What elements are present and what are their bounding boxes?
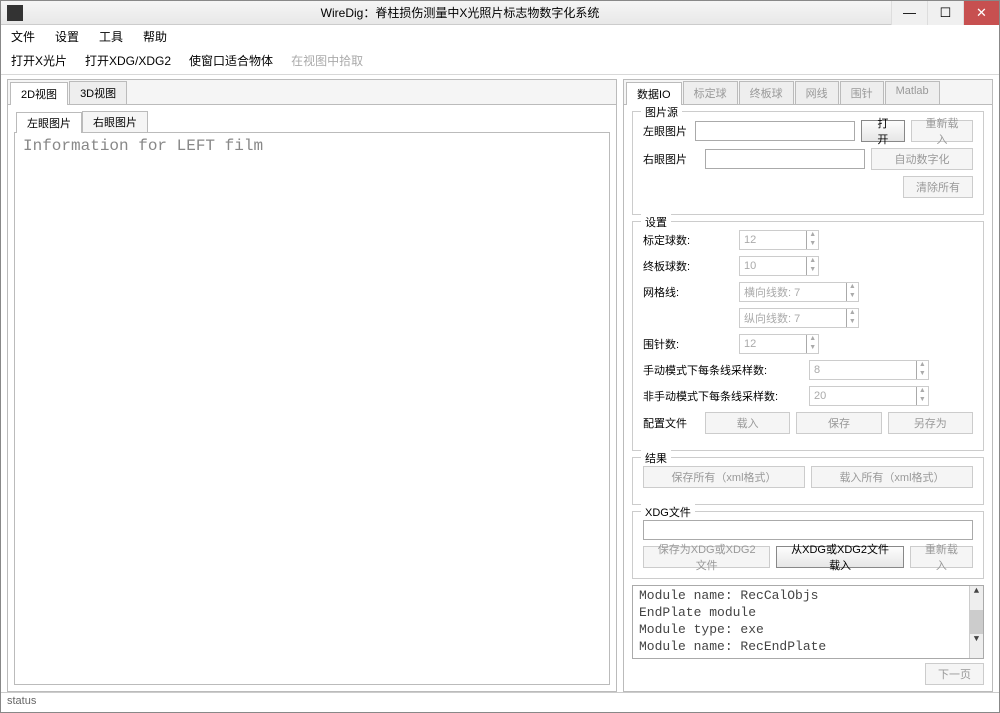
tb-pick-in-view: 在视图中拾取 — [291, 52, 363, 69]
output-line: Module type: exe — [639, 622, 977, 639]
tab-data-io[interactable]: 数据IO — [626, 82, 682, 105]
minimize-button[interactable]: — — [891, 1, 927, 25]
right-image-label: 右眼图片 — [643, 151, 699, 167]
output-line: EndPlate module — [639, 605, 977, 622]
eye-subtabs: 左眼图片 右眼图片 — [14, 111, 610, 132]
save-xdg-button: 保存为XDG或XDG2文件 — [643, 546, 770, 568]
right-tabs: 数据IO 标定球 终板球 网线 围针 Matlab — [624, 80, 992, 104]
tab-calib-balls[interactable]: 标定球 — [683, 81, 738, 104]
manual-samples-spinbox: ▲▼ — [809, 360, 929, 380]
menu-settings[interactable]: 设置 — [51, 26, 83, 47]
left-image-label: 左眼图片 — [643, 123, 689, 139]
status-text: status — [7, 695, 36, 707]
toolbar: 打开X光片 打开XDG/XDG2 使窗口适合物体 在视图中拾取 — [1, 47, 999, 75]
group-label-image-source: 图片源 — [641, 104, 682, 120]
film-info-text: Information for LEFT film — [23, 137, 601, 155]
left-tab-body: 左眼图片 右眼图片 Information for LEFT film — [8, 104, 616, 691]
group-settings: 设置 标定球数: ▲▼ 终板球数: ▲▼ 网格线: ▲▼ ▲▼ — [632, 221, 984, 451]
group-label-settings: 设置 — [641, 214, 671, 230]
output-line: Module name: RecCalObjs — [639, 588, 977, 605]
vgrid-spinbox: ▲▼ — [739, 308, 859, 328]
close-button[interactable]: ✕ — [963, 1, 999, 25]
tb-open-xray[interactable]: 打开X光片 — [11, 52, 67, 69]
xdg-path-input[interactable] — [643, 520, 973, 540]
subtab-left-eye[interactable]: 左眼图片 — [16, 112, 82, 133]
scroll-thumb[interactable] — [970, 610, 983, 634]
right-tab-body: 图片源 左眼图片 打开 重新载入 右眼图片 自动数字化 清除所有 设 — [624, 104, 992, 691]
status-bar: status — [1, 692, 999, 712]
window-title: WireDig：脊柱损伤测量中X光照片标志物数字化系统 — [29, 4, 891, 21]
calib-balls-spinbox: ▲▼ — [739, 230, 819, 250]
app-icon — [7, 5, 23, 21]
window-controls: — ☐ ✕ — [891, 1, 999, 25]
save-config-button: 保存 — [796, 412, 881, 434]
subtab-right-eye[interactable]: 右眼图片 — [82, 111, 148, 132]
film-view: Information for LEFT film — [14, 132, 610, 685]
auto-digitize-button: 自动数字化 — [871, 148, 973, 170]
reload-xdg-button: 重新载入 — [910, 546, 973, 568]
wire-pins-label: 围针数: — [643, 336, 733, 352]
output-scrollbar[interactable]: ▲ ▼ — [969, 586, 983, 658]
tab-endplate-balls[interactable]: 终板球 — [739, 81, 794, 104]
right-tabgroup: 数据IO 标定球 终板球 网线 围针 Matlab 图片源 左眼图片 打开 重新… — [623, 79, 993, 692]
left-tabs: 2D视图 3D视图 — [8, 80, 616, 104]
tab-3d-view[interactable]: 3D视图 — [69, 81, 127, 104]
next-page-button: 下一页 — [925, 663, 984, 685]
endplate-balls-label: 终板球数: — [643, 258, 733, 274]
saveas-config-button: 另存为 — [888, 412, 973, 434]
menu-file[interactable]: 文件 — [7, 26, 39, 47]
tb-open-xdg[interactable]: 打开XDG/XDG2 — [85, 52, 171, 69]
tab-grid-lines[interactable]: 网线 — [795, 81, 839, 104]
load-config-button: 载入 — [705, 412, 790, 434]
left-image-input[interactable] — [695, 121, 855, 141]
manual-samples-label: 手动模式下每条线采样数: — [643, 362, 803, 378]
group-results: 结果 保存所有（xml格式） 载入所有（xml格式） — [632, 457, 984, 505]
tb-fit-window[interactable]: 使窗口适合物体 — [189, 52, 273, 69]
output-log: Module name: RecCalObjs EndPlate module … — [632, 585, 984, 659]
open-image-button[interactable]: 打开 — [861, 120, 905, 142]
nonmanual-samples-spinbox: ▲▼ — [809, 386, 929, 406]
load-xdg-button[interactable]: 从XDG或XDG2文件载入 — [776, 546, 903, 568]
title-bar: WireDig：脊柱损伤测量中X光照片标志物数字化系统 — ☐ ✕ — [1, 1, 999, 25]
menu-bar: 文件 设置 工具 帮助 — [1, 25, 999, 47]
left-tabgroup: 2D视图 3D视图 左眼图片 右眼图片 Information for LEFT… — [7, 79, 617, 692]
output-line: Module name: RecEndPlate — [639, 639, 977, 656]
grid-lines-label: 网格线: — [643, 284, 733, 300]
group-image-source: 图片源 左眼图片 打开 重新载入 右眼图片 自动数字化 清除所有 — [632, 111, 984, 215]
tab-matlab[interactable]: Matlab — [885, 81, 940, 104]
scroll-down-icon[interactable]: ▼ — [970, 634, 983, 658]
clear-all-button: 清除所有 — [903, 176, 973, 198]
nonmanual-samples-label: 非手动模式下每条线采样数: — [643, 388, 803, 404]
load-all-xml-button: 载入所有（xml格式） — [811, 466, 973, 488]
maximize-button[interactable]: ☐ — [927, 1, 963, 25]
save-all-xml-button: 保存所有（xml格式） — [643, 466, 805, 488]
endplate-balls-spinbox: ▲▼ — [739, 256, 819, 276]
menu-tools[interactable]: 工具 — [95, 26, 127, 47]
group-label-xdg: XDG文件 — [641, 504, 695, 520]
group-label-results: 结果 — [641, 450, 671, 466]
scroll-up-icon[interactable]: ▲ — [970, 586, 983, 610]
group-xdg: XDG文件 保存为XDG或XDG2文件 从XDG或XDG2文件载入 重新载入 — [632, 511, 984, 579]
config-file-label: 配置文件 — [643, 415, 699, 431]
right-image-input[interactable] — [705, 149, 865, 169]
main-area: 2D视图 3D视图 左眼图片 右眼图片 Information for LEFT… — [1, 75, 999, 692]
calib-balls-label: 标定球数: — [643, 232, 733, 248]
tab-wire-pins[interactable]: 围针 — [840, 81, 884, 104]
tab-2d-view[interactable]: 2D视图 — [10, 82, 68, 105]
wire-pins-spinbox: ▲▼ — [739, 334, 819, 354]
menu-help[interactable]: 帮助 — [139, 26, 171, 47]
hgrid-spinbox: ▲▼ — [739, 282, 859, 302]
reload-image-button: 重新载入 — [911, 120, 973, 142]
